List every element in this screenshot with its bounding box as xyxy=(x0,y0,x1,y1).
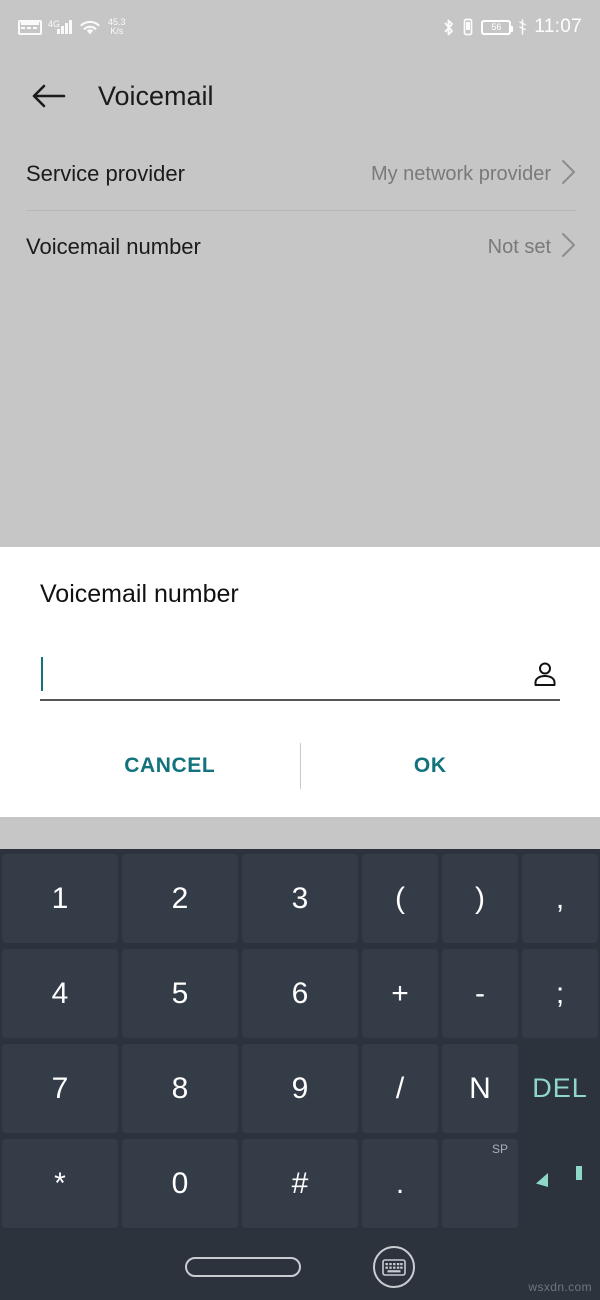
key-asterisk[interactable]: * xyxy=(0,1136,120,1231)
key-period[interactable]: . xyxy=(360,1136,440,1231)
key-4[interactable]: 4 xyxy=(0,946,120,1041)
settings-row-label: Voicemail number xyxy=(26,234,201,259)
keyboard-switch-button[interactable] xyxy=(373,1246,415,1288)
wifi-icon xyxy=(78,18,102,36)
app-bar: Voicemail xyxy=(0,54,600,138)
key-6[interactable]: 6 xyxy=(240,946,360,1041)
key-1[interactable]: 1 xyxy=(0,851,120,946)
settings-list: Service provider My network provider Voi… xyxy=(0,138,600,283)
enter-icon xyxy=(534,1162,586,1206)
vibrate-icon xyxy=(462,18,474,36)
network-speed-unit: K/s xyxy=(110,26,124,36)
key-minus[interactable]: - xyxy=(440,946,520,1041)
watermark: wsxdn.com xyxy=(528,1280,592,1294)
key-space-superscript-label: SP xyxy=(491,1142,508,1156)
key-slash[interactable]: / xyxy=(360,1041,440,1136)
keyboard-row-4: * 0 # . SP xyxy=(0,1136,600,1231)
keyboard-switch-icon xyxy=(382,1258,406,1276)
home-pill-button[interactable] xyxy=(185,1257,301,1277)
ok-button[interactable]: OK xyxy=(301,743,561,789)
dialog-actions: CANCEL OK xyxy=(40,743,560,789)
status-bar: 4G 45.3 K/s 56 11:07 xyxy=(0,0,600,54)
status-bar-clock: 11:07 xyxy=(534,16,582,37)
back-button[interactable] xyxy=(26,73,72,119)
voicemail-number-input[interactable] xyxy=(43,661,530,687)
network-type-label: 4G xyxy=(48,19,61,29)
sim-card-icon xyxy=(18,19,42,35)
keyboard-row-2: 4 5 6 + - ; xyxy=(0,946,600,1041)
key-plus[interactable]: + xyxy=(360,946,440,1041)
chevron-right-icon xyxy=(561,232,576,263)
keyboard-row-3: 7 8 9 / N DEL xyxy=(0,1041,600,1136)
settings-row-label: Service provider xyxy=(26,161,185,186)
status-bar-left: 4G 45.3 K/s xyxy=(18,18,126,36)
key-enter[interactable] xyxy=(520,1136,600,1231)
battery-icon: 56 xyxy=(481,19,514,35)
settings-row-value: Not set xyxy=(487,235,551,258)
key-comma[interactable]: , xyxy=(520,851,600,946)
key-5[interactable]: 5 xyxy=(120,946,240,1041)
status-bar-right: 56 11:07 xyxy=(442,16,582,38)
person-icon[interactable] xyxy=(530,659,560,689)
key-semicolon[interactable]: ; xyxy=(520,946,600,1041)
key-7[interactable]: 7 xyxy=(0,1041,120,1136)
dialog-title: Voicemail number xyxy=(40,580,239,608)
back-arrow-icon xyxy=(32,84,66,108)
settings-row-value: My network provider xyxy=(370,162,551,185)
chevron-right-icon xyxy=(561,159,576,190)
bluetooth-icon xyxy=(442,18,455,37)
settings-row-service-provider[interactable]: Service provider My network provider xyxy=(0,138,600,210)
sim-bars-icon xyxy=(21,22,39,29)
key-delete[interactable]: DEL xyxy=(520,1041,600,1136)
system-navigation-bar: wsxdn.com xyxy=(0,1234,600,1300)
voicemail-number-field[interactable] xyxy=(40,649,560,701)
key-open-paren[interactable]: ( xyxy=(360,851,440,946)
page-title: Voicemail xyxy=(98,80,214,111)
battery-percent-label: 56 xyxy=(491,21,502,32)
key-n[interactable]: N xyxy=(440,1041,520,1136)
signal-strength-icon: 4G xyxy=(48,19,72,34)
key-close-paren[interactable]: ) xyxy=(440,851,520,946)
cancel-button[interactable]: CANCEL xyxy=(40,743,300,789)
key-hash[interactable]: # xyxy=(240,1136,360,1231)
key-2[interactable]: 2 xyxy=(120,851,240,946)
keyboard-suggestion-strip xyxy=(0,817,600,849)
key-8[interactable]: 8 xyxy=(120,1041,240,1136)
keyboard-row-1: 1 2 3 ( ) , xyxy=(0,851,600,946)
key-3[interactable]: 3 xyxy=(240,851,360,946)
key-0[interactable]: 0 xyxy=(120,1136,240,1231)
settings-row-right: My network provider xyxy=(371,159,576,190)
settings-row-right: Not set xyxy=(488,232,576,263)
settings-row-voicemail-number[interactable]: Voicemail number Not set xyxy=(0,211,600,283)
alarm-icon xyxy=(518,19,527,35)
sim-card-glyph xyxy=(18,19,42,35)
key-9[interactable]: 9 xyxy=(240,1041,360,1136)
key-space[interactable]: SP xyxy=(440,1136,520,1231)
voicemail-number-dialog: Voicemail number CANCEL OK xyxy=(0,547,600,817)
network-speed-indicator: 45.3 K/s xyxy=(108,18,126,36)
numeric-keyboard: 1 2 3 ( ) , 4 5 6 + - ; 7 8 9 / N DEL * … xyxy=(0,849,600,1234)
